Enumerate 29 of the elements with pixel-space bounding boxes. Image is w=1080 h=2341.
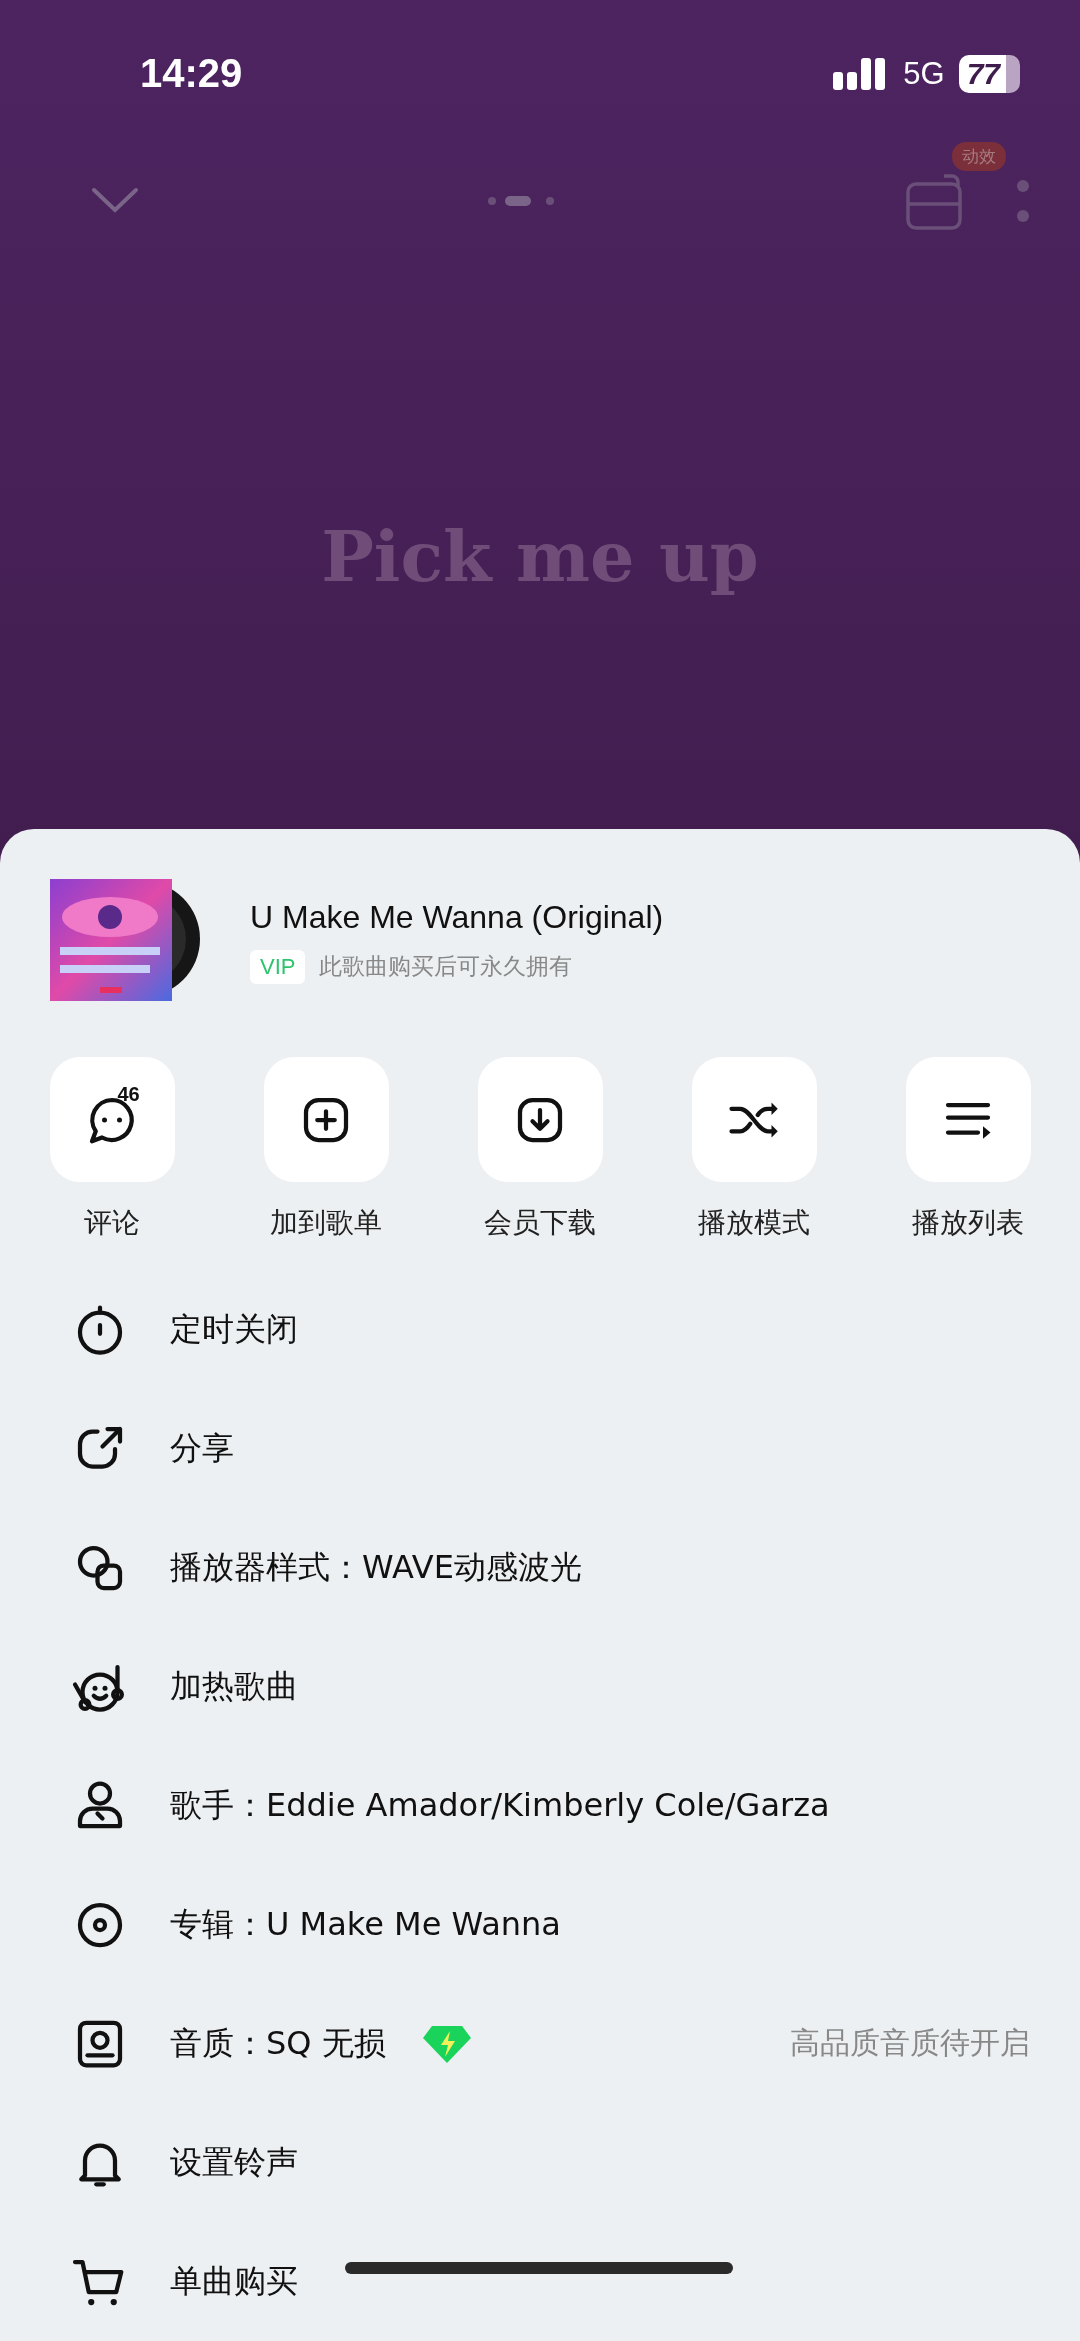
purchase-note: 此歌曲购买后可永久拥有 (319, 952, 573, 981)
action-label: 播放模式 (698, 1205, 810, 1241)
action-button[interactable] (263, 1057, 389, 1182)
menu-item[interactable]: 加热歌曲 (170, 1664, 298, 1709)
menu-item[interactable]: 音质：SQ 无损 (170, 2021, 386, 2066)
effect-tag: 动效 (952, 142, 1006, 171)
menu-item[interactable]: 分享 (170, 1426, 234, 1471)
menu-item[interactable]: 专辑：U Make Me Wanna (170, 1902, 561, 1947)
action-button[interactable] (691, 1057, 817, 1182)
action-label: 加到歌单 (270, 1205, 382, 1241)
network-label: 5G (903, 55, 945, 92)
vip-tag: VIP (250, 949, 306, 984)
comment-count: 46 (117, 1083, 140, 1106)
quality-hint: 高品质音质待开启 (790, 2024, 1030, 2062)
status-time: 14:29 (140, 51, 243, 97)
action-label: 会员下载 (484, 1205, 596, 1241)
page-indicator (487, 194, 557, 208)
battery-indicator: 77 (958, 54, 1020, 93)
menu-item[interactable]: 设置铃声 (170, 2140, 298, 2185)
song-title: U Make Me Wanna (Original) (250, 898, 664, 936)
action-button[interactable] (477, 1057, 603, 1182)
menu-item[interactable]: 单曲购买 (170, 2259, 298, 2304)
menu-item[interactable]: 定时关闭 (170, 1307, 298, 1352)
action-label: 播放列表 (912, 1205, 1024, 1241)
action-button[interactable]: 46 (49, 1057, 175, 1182)
action-button[interactable] (905, 1057, 1031, 1182)
menu-item[interactable]: 歌手：Eddie Amador/Kimberly Cole/Garza (170, 1783, 830, 1828)
action-label: 评论 (84, 1205, 140, 1241)
menu-item[interactable]: 播放器样式：WAVE动感波光 (170, 1545, 582, 1590)
